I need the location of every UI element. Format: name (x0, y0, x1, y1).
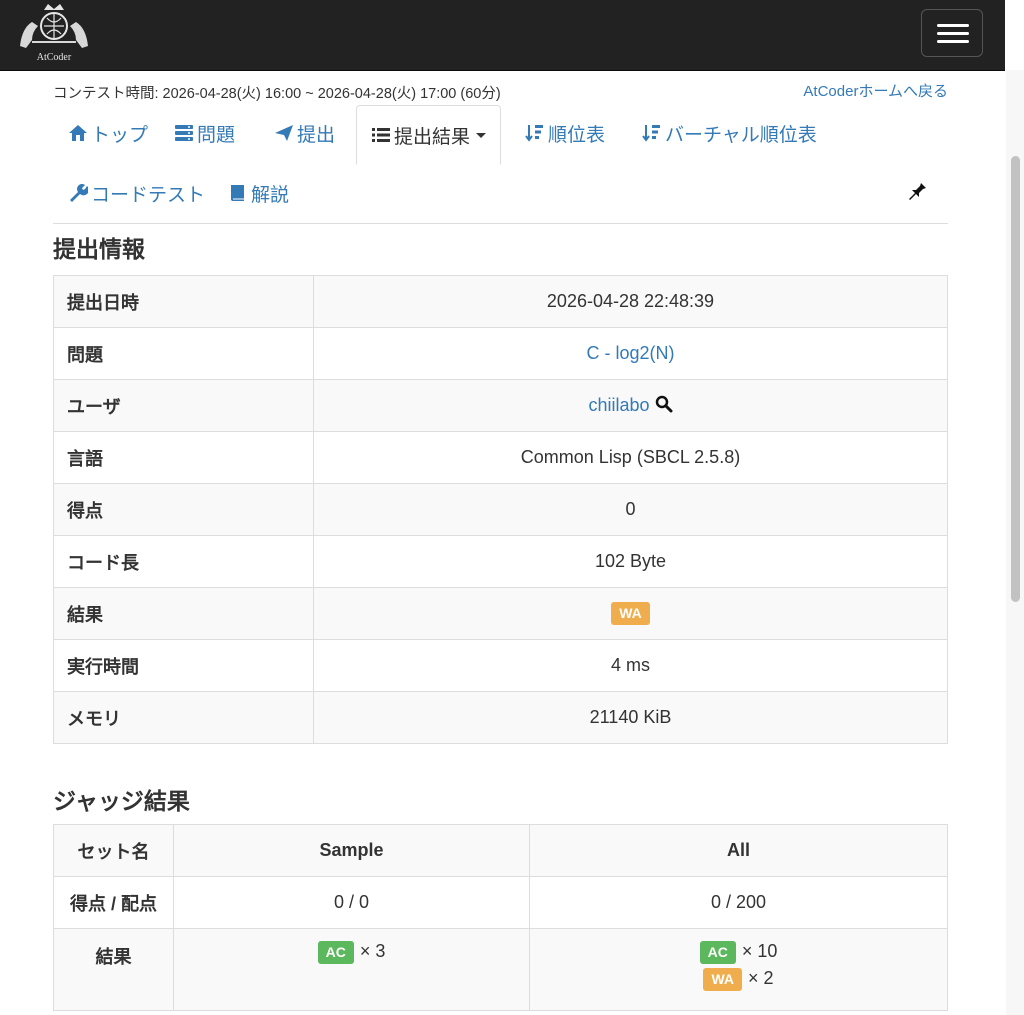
memory: 21140 KiB (313, 691, 948, 744)
logo-text: AtCoder (36, 52, 72, 63)
language: Common Lisp (SBCL 2.5.8) (313, 431, 948, 484)
set-name-all: All (529, 824, 948, 877)
row-label: 問題 (53, 327, 314, 380)
row-label: コード長 (53, 535, 314, 588)
tab-virtual-standings[interactable]: バーチャル順位表 (642, 105, 817, 161)
submission-info-table: 提出日時 2026-04-28 22:48:39 問題 C - log2(N) … (53, 275, 948, 744)
sample-score: 0 / 0 (173, 876, 530, 929)
tab-label: 解説 (251, 184, 290, 206)
status-badge-ac: AC (699, 941, 736, 964)
row-label: 結果 (53, 587, 314, 640)
chevron-down-icon (476, 132, 487, 138)
tab-label: 順位表 (548, 124, 606, 146)
book-icon (231, 185, 244, 201)
contest-time: コンテスト時間: 2026-04-28(火) 16:00 ~ 2026-04-2… (53, 86, 501, 102)
table-row: 提出日時 2026-04-28 22:48:39 (53, 275, 948, 328)
hamburger-icon-bar (937, 40, 969, 43)
wrench-icon (70, 184, 88, 202)
tasks-icon (175, 125, 193, 141)
tab-submit[interactable]: 提出 (274, 105, 335, 161)
row-label: 提出日時 (53, 275, 314, 328)
pin-icon[interactable] (906, 179, 928, 201)
scrollbar-thumb[interactable] (1011, 156, 1020, 602)
tab-label: 問題 (197, 124, 236, 146)
code-length: 102 Byte (313, 535, 948, 588)
submission-time: 2026-04-28 22:48:39 (313, 275, 948, 328)
home-icon (69, 125, 87, 141)
tab-editorial[interactable]: 解説 (228, 165, 289, 221)
all-results: AC × 10 WA × 2 (529, 928, 948, 1011)
submission-info-title: 提出情報 (53, 236, 145, 262)
status-badge-ac: AC (317, 941, 354, 964)
result-line: AC × 10 (531, 941, 946, 964)
tab-label: 提出結果 (394, 126, 471, 148)
result-count: × 2 (748, 968, 774, 988)
list-icon (372, 128, 390, 142)
back-home-link[interactable]: AtCoderホームへ戻る (803, 80, 948, 101)
row-label: 実行時間 (53, 639, 314, 692)
tab-standings[interactable]: 順位表 (525, 105, 605, 161)
navbar: AtCoder (0, 0, 1005, 71)
result-cell: WA (313, 587, 948, 640)
row-label: メモリ (53, 691, 314, 744)
send-icon (275, 125, 293, 141)
table-row: 言語 Common Lisp (SBCL 2.5.8) (53, 431, 948, 484)
tab-top[interactable]: トップ (68, 105, 148, 161)
tab-label: コードテスト (91, 184, 206, 206)
tab-label: バーチャル順位表 (665, 124, 817, 146)
table-row: 得点 0 (53, 483, 948, 536)
result-line: WA × 2 (531, 968, 946, 991)
exec-time: 4 ms (313, 639, 948, 692)
atcoder-logo[interactable]: AtCoder (14, 2, 94, 66)
logo-crest-icon (20, 4, 88, 48)
score: 0 (313, 483, 948, 536)
table-row: ユーザ chiilabo (53, 379, 948, 432)
menu-toggle-button[interactable] (921, 9, 983, 57)
result-count: × 3 (359, 941, 386, 961)
table-row: 問題 C - log2(N) (53, 327, 948, 380)
sort-icon (525, 125, 543, 142)
tab-submissions[interactable]: 提出結果 (356, 105, 502, 165)
row-label: 得点 (53, 483, 314, 536)
problem-link[interactable]: C - log2(N) (586, 343, 674, 363)
judge-result-title: ジャッジ結果 (53, 788, 190, 814)
result-header: 結果 (53, 928, 174, 1011)
user-link[interactable]: chiilabo (588, 395, 649, 415)
user-cell: chiilabo (313, 379, 948, 432)
table-row: 得点 / 配点 0 / 0 0 / 200 (53, 876, 948, 929)
sort-icon (642, 125, 660, 142)
tab-custom-test[interactable]: コードテスト (68, 165, 205, 221)
table-row: 結果 AC × 3 AC × 10 WA × 2 (53, 928, 948, 1011)
all-score: 0 / 200 (529, 876, 948, 929)
tab-tasks[interactable]: 問題 (174, 105, 235, 161)
contest-nav-tabs: トップ 問題 提出 提出結果 順位表 バーチャル順位表 コードテスト 解説 (53, 105, 948, 224)
table-row: セット名 Sample All (53, 824, 948, 877)
sample-results: AC × 3 (173, 928, 530, 1011)
table-row: 実行時間 4 ms (53, 639, 948, 692)
set-name-sample: Sample (173, 824, 530, 877)
table-row: メモリ 21140 KiB (53, 691, 948, 744)
set-name-header: セット名 (53, 824, 174, 877)
search-icon[interactable] (655, 395, 673, 413)
table-row: 結果 WA (53, 587, 948, 640)
tab-label: 提出 (297, 124, 336, 146)
tab-label: トップ (91, 124, 149, 146)
hamburger-icon-bar (937, 32, 969, 35)
hamburger-icon (937, 24, 969, 27)
table-row: コード長 102 Byte (53, 535, 948, 588)
status-badge-wa: WA (611, 602, 650, 625)
judge-result-table: セット名 Sample All 得点 / 配点 0 / 0 0 / 200 結果… (53, 824, 948, 1011)
status-badge-wa: WA (703, 968, 743, 991)
score-header: 得点 / 配点 (53, 876, 174, 929)
row-label: ユーザ (53, 379, 314, 432)
result-count: × 10 (741, 941, 778, 961)
problem-cell: C - log2(N) (313, 327, 948, 380)
row-label: 言語 (53, 431, 314, 484)
